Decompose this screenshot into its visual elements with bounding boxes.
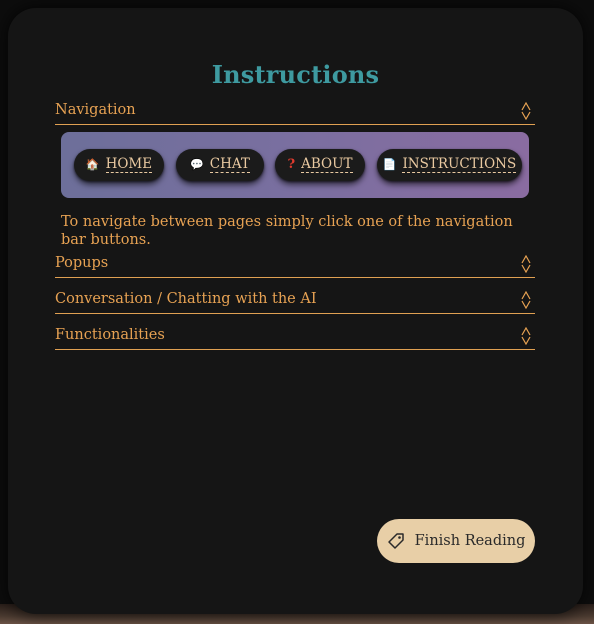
house-icon: 🏠 xyxy=(85,158,100,171)
nav-button-about[interactable]: ? ABOUT xyxy=(275,149,365,181)
section-popups[interactable]: Popups xyxy=(55,253,535,278)
section-navigation[interactable]: Navigation xyxy=(55,100,535,125)
section-label: Conversation / Chatting with the AI xyxy=(55,291,317,307)
finish-reading-button[interactable]: Finish Reading xyxy=(377,519,535,563)
question-mark-icon: ? xyxy=(287,157,296,172)
nav-button-label: CHAT xyxy=(209,156,250,173)
document-icon: 📄 xyxy=(382,158,397,171)
section-conversation[interactable]: Conversation / Chatting with the AI xyxy=(55,289,535,314)
section-label: Functionalities xyxy=(55,327,165,343)
expand-toggle-icon xyxy=(521,291,531,309)
nav-button-chat[interactable]: 💬 CHAT xyxy=(176,149,264,181)
page-title: Instructions xyxy=(211,60,380,89)
nav-button-instructions[interactable]: 📄 INSTRUCTIONS xyxy=(377,149,522,181)
nav-button-home[interactable]: 🏠 HOME xyxy=(74,149,164,181)
expand-toggle-icon xyxy=(521,102,531,120)
nav-button-label: INSTRUCTIONS xyxy=(402,156,517,173)
finish-reading-label: Finish Reading xyxy=(414,533,526,549)
navigation-bar-preview: 🏠 HOME 💬 CHAT ? ABOUT 📄 INSTRUCTIONS xyxy=(61,132,529,198)
nav-button-label: HOME xyxy=(105,156,153,173)
section-label: Popups xyxy=(55,255,109,271)
tag-icon xyxy=(387,533,404,549)
instructions-panel: Instructions Navigation 🏠 HOME 💬 CHAT ? … xyxy=(8,8,583,614)
navigation-description: To navigate between pages simply click o… xyxy=(61,214,513,248)
expand-toggle-icon xyxy=(521,327,531,345)
section-label: Navigation xyxy=(55,102,136,118)
expand-toggle-icon xyxy=(521,255,531,273)
speech-bubble-icon: 💬 xyxy=(190,158,204,171)
nav-button-label: ABOUT xyxy=(301,156,353,173)
section-functionalities[interactable]: Functionalities xyxy=(55,325,535,350)
